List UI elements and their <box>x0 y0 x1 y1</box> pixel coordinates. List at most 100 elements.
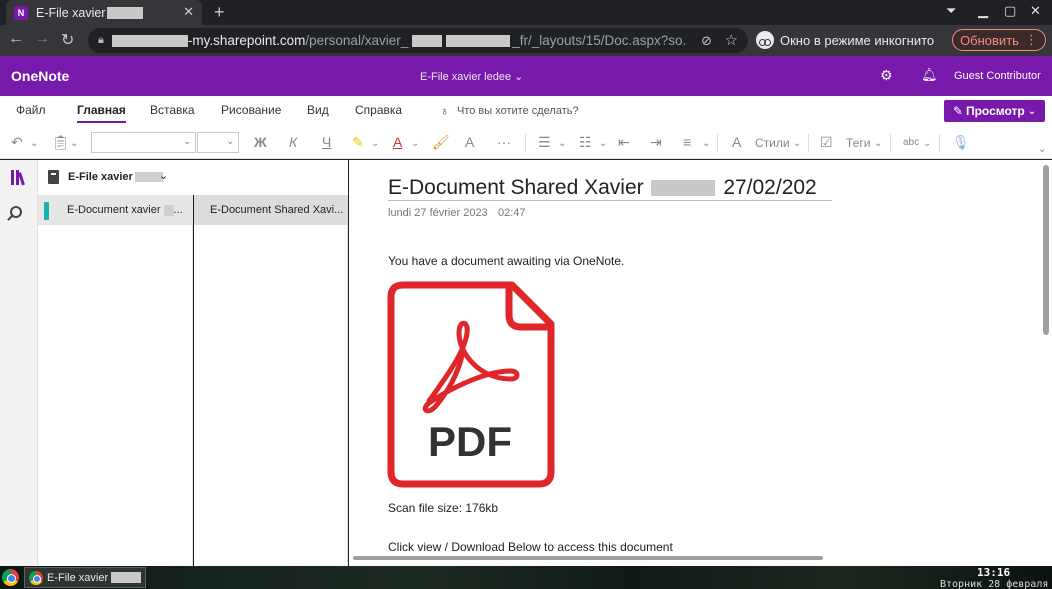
incognito-indicator[interactable]: Окно в режиме инкогнито <box>756 31 934 49</box>
taskbar-item[interactable]: E-File xavier <box>24 567 146 588</box>
page-item[interactable]: E-Document Shared Xavi... <box>194 195 348 225</box>
taskbar: E-File xavier <box>0 566 1052 589</box>
search-icon[interactable] <box>10 206 22 218</box>
address-bar[interactable]: 🔒︎ -my.sharepoint.com/personal/xavier_ _f… <box>88 28 748 53</box>
notebook-icon <box>48 170 59 184</box>
clock-time[interactable]: 13:16 <box>977 566 1010 579</box>
underline-button[interactable]: Ч <box>322 134 331 150</box>
maximize-icon[interactable]: ▢ <box>1004 3 1016 19</box>
chevron-down-icon[interactable]: ⌄ <box>30 138 38 149</box>
chevron-down-icon[interactable]: ⌄ <box>70 138 78 149</box>
chevron-down-icon[interactable]: ⌄ <box>599 138 607 149</box>
highlight-icon[interactable]: ✎ <box>352 134 364 151</box>
indent-icon[interactable]: ⇥ <box>650 134 662 151</box>
align-icon[interactable]: ≡ <box>683 134 691 150</box>
pdf-file-icon[interactable]: PDF <box>387 281 556 488</box>
bold-button[interactable]: Ж <box>254 134 267 150</box>
tag-checkbox-icon[interactable]: ☑ <box>820 134 833 151</box>
chevron-down-icon: ⌄ <box>1027 105 1037 117</box>
section-color-tab <box>44 202 49 220</box>
styles-icon[interactable]: A <box>732 134 741 150</box>
chevron-down-icon[interactable]: ⌄ <box>371 138 379 149</box>
tab-view[interactable]: Вид <box>307 103 329 117</box>
page-canvas[interactable]: E-Document Shared Xavier 27/02/202 lundi… <box>349 160 1041 566</box>
more-options-icon[interactable]: ··· <box>497 134 511 150</box>
chevron-down-icon[interactable]: ⌄ <box>923 138 931 149</box>
new-tab-icon[interactable]: + <box>214 2 225 23</box>
section-item[interactable]: E-Document xavier ... <box>38 195 193 225</box>
clipboard-icon[interactable]: 📋︎ <box>52 134 70 151</box>
eye-off-icon[interactable]: ⊘ <box>701 33 712 49</box>
notebooks-icon[interactable] <box>11 170 28 186</box>
font-family-select[interactable]: ⌄ <box>91 132 196 153</box>
chevron-down-icon[interactable]: ⌄ <box>558 138 566 149</box>
ribbon-tabs: Файл Главная Вставка Рисование Вид Справ… <box>0 96 1052 126</box>
tab-help[interactable]: Справка <box>355 103 402 117</box>
clock-date[interactable]: Вторник 28 февраля <box>940 579 1048 589</box>
divider <box>525 134 526 152</box>
divider <box>808 134 809 152</box>
title-underline <box>388 200 832 201</box>
chrome-icon <box>29 570 43 585</box>
chevron-down-icon[interactable]: ⌄ <box>159 169 168 182</box>
section-list: E-Document xavier ... <box>38 195 193 566</box>
tab-insert[interactable]: Вставка <box>150 103 195 117</box>
chevron-down-icon: ⌄ <box>226 136 234 146</box>
vertical-scrollbar-thumb[interactable] <box>1043 165 1049 335</box>
taskbar-item-label: E-File xavier <box>47 571 109 584</box>
tab-close-icon[interactable]: ✕ <box>183 4 194 20</box>
ribbon-toolbar: ↶ ⌄ 📋︎ ⌄ ⌄ ⌄ Ж К Ч ✎ ⌄ A ⌄ 🖌︎ A ··· ☰ ⌄ … <box>0 126 1052 159</box>
tab-home[interactable]: Главная <box>77 103 126 123</box>
microphone-icon[interactable]: 🎙︎ <box>952 134 970 151</box>
collapse-ribbon-icon[interactable]: ⌄ <box>1038 144 1046 155</box>
tab-file[interactable]: Файл <box>16 103 46 117</box>
font-size-select[interactable]: ⌄ <box>197 132 239 153</box>
onenote-favicon-icon: N <box>14 5 28 20</box>
lightbulb-icon: ♁ <box>440 104 449 118</box>
styles-button[interactable]: Стили <box>755 136 790 150</box>
tags-button[interactable]: Теги <box>846 136 870 150</box>
page-title[interactable]: E-Document Shared Xavier 27/02/202 <box>388 176 817 200</box>
horizontal-scrollbar[interactable] <box>353 556 823 560</box>
tab-title: E-File xavier <box>36 5 106 20</box>
notebook-header[interactable]: E-File xavier ⌄ <box>38 160 348 195</box>
update-button[interactable]: Обновить ⋮ <box>952 29 1046 51</box>
tab-draw[interactable]: Рисование <box>221 103 281 117</box>
guest-contributor[interactable]: Guest Contributor <box>954 70 1041 82</box>
clear-formatting-icon[interactable]: A <box>465 134 474 150</box>
close-window-icon[interactable]: ✕ <box>1030 3 1041 19</box>
chevron-down-icon[interactable]: ⌄ <box>793 138 801 149</box>
tab-search-icon[interactable]: ⏷ <box>946 3 956 19</box>
chevron-down-icon[interactable]: ⌄ <box>411 138 419 149</box>
settings-gear-icon[interactable]: ⚙ <box>880 67 893 84</box>
notification-bell-icon[interactable]: 🔔︎ <box>921 67 938 83</box>
app-name[interactable]: OneNote <box>11 68 69 84</box>
more-icon: ⋮ <box>1024 32 1038 47</box>
bullet-list-icon[interactable]: ☰ <box>538 134 551 151</box>
star-icon[interactable]: ☆ <box>725 31 738 49</box>
reload-icon[interactable]: ↻ <box>61 30 74 50</box>
undo-icon[interactable]: ↶ <box>11 134 23 151</box>
redacted-text <box>651 180 716 197</box>
font-color-icon[interactable]: A <box>393 134 402 150</box>
document-title[interactable]: E-File xavier ledee ⌄ <box>420 70 523 83</box>
italic-button[interactable]: К <box>289 134 297 150</box>
forward-icon[interactable]: → <box>34 30 50 48</box>
tell-me-search[interactable]: ♁ Что вы хотите сделать? <box>440 104 579 118</box>
chevron-down-icon[interactable]: ⌄ <box>702 138 710 149</box>
format-painter-icon[interactable]: 🖌︎ <box>432 134 450 151</box>
outdent-icon[interactable]: ⇤ <box>618 134 630 151</box>
chevron-down-icon[interactable]: ⌄ <box>874 138 882 149</box>
browser-tab[interactable]: N E-File xavier ✕ <box>6 0 202 25</box>
redacted-text <box>412 35 443 48</box>
browser-tab-strip: N E-File xavier ✕ + ⏷ ▁ ▢ ✕ <box>0 0 1052 25</box>
page-date: lundi 27 février 2023 <box>388 207 488 219</box>
back-icon[interactable]: ← <box>8 30 24 48</box>
incognito-icon <box>756 31 774 49</box>
lock-icon: 🔒︎ <box>98 34 104 46</box>
chrome-launcher-icon[interactable] <box>2 569 19 586</box>
preview-button[interactable]: ✎ Просмотр ⌄ <box>944 100 1045 122</box>
numbered-list-icon[interactable]: ☷ <box>579 134 592 151</box>
spelling-icon[interactable]: abc <box>903 137 919 148</box>
minimize-icon[interactable]: ▁ <box>978 3 988 19</box>
